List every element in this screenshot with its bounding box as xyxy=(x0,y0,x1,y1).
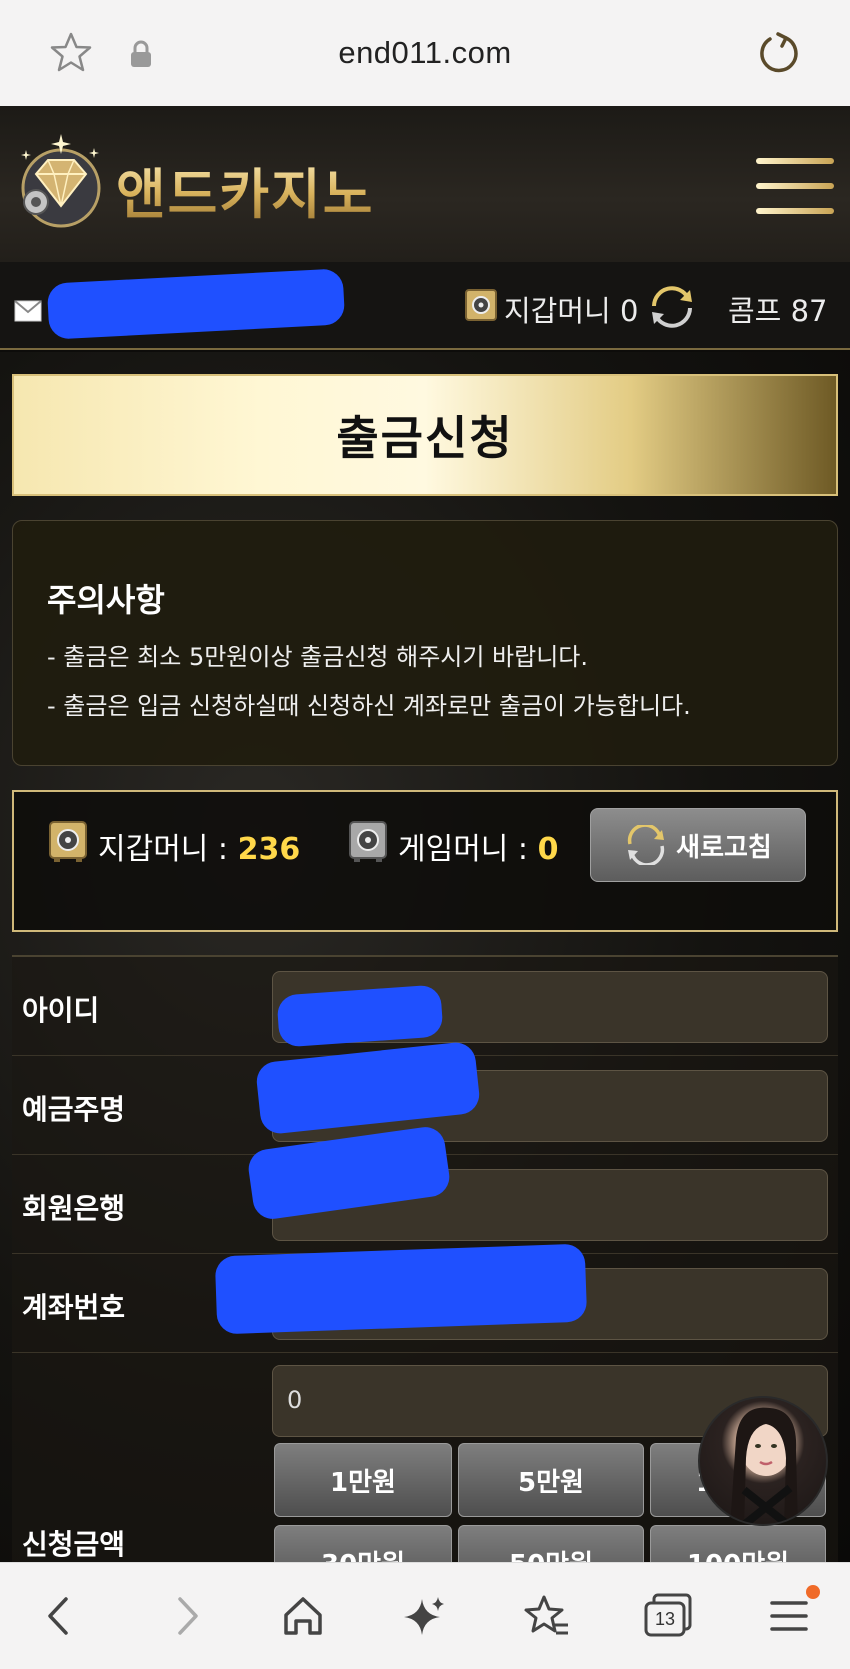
user-info-bar: 지갑머니 0 콤프 87 xyxy=(0,262,850,350)
avatar-portrait-icon xyxy=(730,1407,798,1524)
notification-dot xyxy=(806,1585,820,1599)
game-safe-icon xyxy=(349,821,387,862)
notice-line: - 출금은 최소 5만원이상 출금신청 해주시기 바랍니다. xyxy=(47,643,589,671)
redacted-username xyxy=(46,268,346,340)
account-label: 계좌번호 xyxy=(22,1291,126,1324)
site-logo-text[interactable]: 앤드카지노 xyxy=(116,150,374,229)
bookmarks-star-icon[interactable] xyxy=(522,1591,572,1641)
game-money-value: 0 xyxy=(537,832,559,867)
chat-support-avatar[interactable] xyxy=(698,1396,828,1526)
lock-icon xyxy=(131,40,151,67)
menu-hamburger-icon[interactable] xyxy=(756,158,834,214)
user-wallet-money: 지갑머니 0 xyxy=(504,294,639,328)
wallet-money-display: 지갑머니 : 236 xyxy=(98,824,300,868)
wallet-safe-icon xyxy=(49,821,87,862)
page-title-banner: 출금신청 xyxy=(12,374,838,496)
browser-address-bar: end011.com xyxy=(0,0,850,106)
mail-icon[interactable] xyxy=(14,300,42,322)
user-comp-points: 콤프 87 xyxy=(728,294,828,328)
notice-heading: 주의사항 xyxy=(47,581,165,619)
forward-icon[interactable] xyxy=(160,1591,210,1641)
redacted-account xyxy=(214,1243,588,1335)
amount-10k-button[interactable]: 1만원 xyxy=(274,1443,452,1517)
holder-label: 예금주명 xyxy=(22,1093,126,1126)
page-title: 출금신청 xyxy=(336,411,514,465)
browser-bottom-nav: 13 xyxy=(0,1562,850,1669)
url-text[interactable]: end011.com xyxy=(338,35,511,71)
wallet-safe-icon xyxy=(465,289,497,321)
back-icon[interactable] xyxy=(36,1591,86,1641)
wallet-money-label: 지갑머니 : xyxy=(98,832,238,867)
tab-count: 13 xyxy=(654,1609,676,1629)
bookmark-star-icon[interactable] xyxy=(48,30,94,76)
wallet-money-value: 236 xyxy=(237,832,301,867)
reload-icon[interactable] xyxy=(756,30,802,76)
home-icon[interactable] xyxy=(278,1591,328,1641)
bank-label: 회원은행 xyxy=(22,1192,126,1225)
refresh-button-label: 새로고침 xyxy=(676,832,772,863)
id-label: 아이디 xyxy=(22,994,100,1027)
notice-line: - 출금은 입금 신청하실때 신청하신 계좌로만 출금이 가능합니다. xyxy=(47,692,691,720)
game-money-display: 게임머니 : 0 xyxy=(398,824,558,868)
sparkle-ai-icon[interactable] xyxy=(400,1591,450,1641)
menu-icon[interactable] xyxy=(764,1591,814,1641)
refresh-balance-button[interactable]: 새로고침 xyxy=(590,808,806,882)
amount-label: 신청금액 xyxy=(22,1528,126,1561)
site-header: 앤드카지노 xyxy=(0,106,850,262)
diamond-logo-icon[interactable] xyxy=(14,130,108,230)
amount-50k-button[interactable]: 5만원 xyxy=(458,1443,644,1517)
balance-panel: 지갑머니 : 236 게임머니 : 0 새로고침 xyxy=(12,790,838,932)
game-money-label: 게임머니 : xyxy=(398,832,538,867)
tabs-button[interactable]: 13 xyxy=(642,1591,694,1641)
refresh-icon[interactable] xyxy=(646,284,698,330)
refresh-icon xyxy=(628,825,665,865)
notice-box: 주의사항 - 출금은 최소 5만원이상 출금신청 해주시기 바랍니다. - 출금… xyxy=(12,520,838,766)
